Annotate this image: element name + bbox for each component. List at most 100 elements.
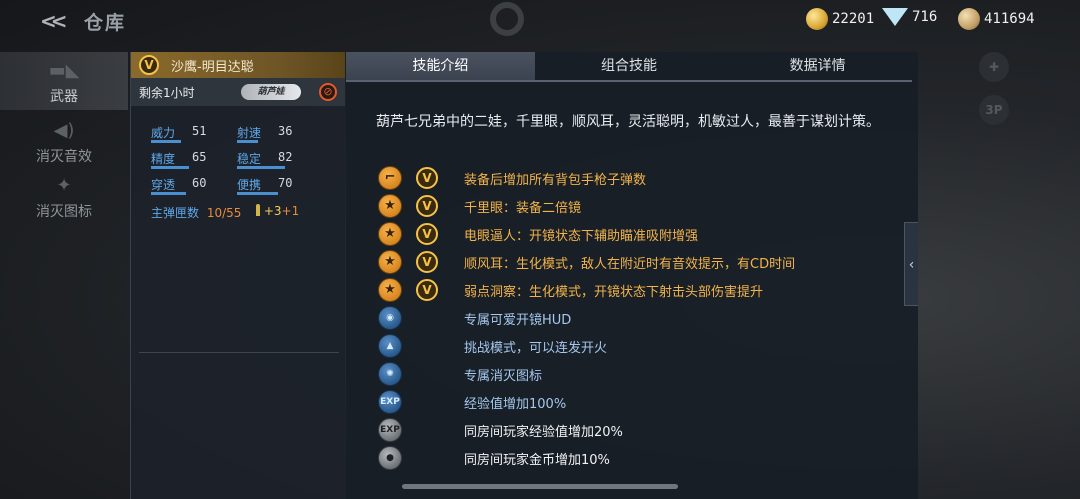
stat-bar bbox=[237, 166, 285, 169]
top-bar: << 仓库 22201 716 411694 bbox=[0, 0, 1080, 42]
gamepad-button[interactable]: ✚ bbox=[979, 52, 1009, 82]
tab-skill-intro[interactable]: 技能介绍 bbox=[346, 52, 535, 80]
skill-text: 同房间玩家经验值增加20% bbox=[464, 425, 623, 440]
skill-row: ▲ 挑战模式，可以连发开火 bbox=[376, 332, 916, 360]
divider bbox=[139, 352, 339, 353]
gold-amount: 22201 bbox=[832, 11, 875, 27]
skill-text: 千里眼：装备二倍镜 bbox=[464, 201, 582, 216]
remaining-time-row: 剩余1小时 葫芦娃 ⊘ bbox=[131, 78, 345, 106]
stat-portability: 便携 70 bbox=[237, 176, 332, 196]
chevron-left-icon: ‹ bbox=[908, 257, 915, 273]
diamond-amount: 716 bbox=[912, 9, 938, 25]
stat-label: 穿透 bbox=[151, 178, 176, 192]
stat-label: 稳定 bbox=[237, 152, 262, 166]
room-exp-icon: EXP bbox=[378, 418, 402, 442]
skill-text: 弱点洞察：生化模式，开镜状态下射击头部伤害提升 bbox=[464, 285, 764, 300]
pistol-icon: ⌐ bbox=[378, 166, 402, 190]
coin-currency: 411694 bbox=[958, 8, 1035, 30]
stat-bar bbox=[151, 166, 189, 169]
skill-text: 挑战模式，可以连发开火 bbox=[464, 341, 608, 356]
third-person-button[interactable]: 3P bbox=[979, 95, 1009, 125]
skill-text: 专属消灭图标 bbox=[464, 369, 543, 384]
skill-row: EXP 同房间玩家经验值增加20% bbox=[376, 416, 916, 444]
gold-currency: 22201 bbox=[806, 8, 874, 30]
skill-row: ★ V 顺风耳：生化模式，敌人在附近时有音效提示，有CD时间 bbox=[376, 248, 916, 276]
diamond-currency: 716 bbox=[882, 8, 937, 26]
page-title: 仓库 bbox=[84, 12, 127, 34]
sidebar-item-label: 武器 bbox=[50, 89, 78, 105]
star-icon: ★ bbox=[378, 222, 402, 246]
tab-bar: 技能介绍 组合技能 数据详情 bbox=[346, 52, 912, 82]
stat-bar bbox=[237, 192, 278, 195]
third-person-icon: 3P bbox=[985, 103, 1003, 117]
gamepad-icon: ✚ bbox=[988, 60, 1000, 74]
skill-text: 电眼逼人：开镜状态下辅助瞄准吸附增强 bbox=[464, 229, 699, 244]
stat-label: 威力 bbox=[151, 126, 176, 140]
stat-value: 51 bbox=[192, 124, 207, 138]
skill-text: 同房间玩家金币增加10% bbox=[464, 453, 610, 468]
weapon-header: V 沙鹰-明目达聪 bbox=[131, 52, 345, 78]
speaker-icon: ◀) bbox=[53, 120, 75, 141]
rifle-icon: ▬◣ bbox=[48, 60, 80, 81]
skill-row: ⌐ V 装备后增加所有背包手枪子弹数 bbox=[376, 164, 916, 192]
vip-badge-icon: V bbox=[416, 167, 438, 189]
stat-label: 精度 bbox=[151, 152, 176, 166]
weapon-name: 沙鹰-明目达聪 bbox=[171, 59, 254, 75]
scope-hud-icon: ◉ bbox=[378, 306, 402, 330]
skill-text: 专属可爱开镜HUD bbox=[464, 313, 572, 328]
ammo-total: 55 bbox=[226, 206, 242, 220]
vip-badge-icon: V bbox=[416, 279, 438, 301]
vip-badge-icon: V bbox=[416, 223, 438, 245]
weapon-description: 葫芦七兄弟中的二娃，千里眼，顺风耳，灵活聪明，机敏过人，最善于谋划计策。 bbox=[376, 114, 880, 130]
stat-value: 65 bbox=[192, 150, 207, 164]
skill-detail-panel: 技能介绍 组合技能 数据详情 葫芦七兄弟中的二娃，千里眼，顺风耳，灵活聪明，机敏… bbox=[346, 52, 918, 499]
star-icon: ★ bbox=[378, 194, 402, 218]
kill-icon: ✺ bbox=[378, 362, 402, 386]
tab-data-details[interactable]: 数据详情 bbox=[723, 52, 912, 80]
diamond-icon bbox=[882, 8, 908, 26]
vip-badge-icon: V bbox=[139, 55, 159, 75]
coin-icon bbox=[958, 8, 980, 30]
stat-stability: 稳定 82 bbox=[237, 150, 332, 170]
star-icon: ★ bbox=[378, 278, 402, 302]
sidebar-item-weapons[interactable]: ▬◣ 武器 bbox=[0, 52, 128, 110]
stat-value: 70 bbox=[278, 176, 293, 190]
stat-penetration: 穿透 60 bbox=[151, 176, 246, 196]
skill-text: 经验值增加100% bbox=[464, 397, 567, 412]
collapse-panel-button[interactable]: ‹ bbox=[904, 222, 918, 306]
stat-label: 便携 bbox=[237, 178, 262, 192]
stat-label: 射速 bbox=[237, 126, 262, 140]
skill-row: ★ V 弱点洞察：生化模式，开镜状态下射击头部伤害提升 bbox=[376, 276, 916, 304]
ammo-current: 10 bbox=[206, 206, 223, 220]
gold-crown-icon bbox=[806, 8, 828, 30]
sidebar-item-label: 消灭音效 bbox=[36, 149, 92, 165]
vip-badge-icon: V bbox=[416, 251, 438, 273]
stat-accuracy: 精度 65 bbox=[151, 150, 246, 170]
ammo-bonus-b: +1 bbox=[281, 204, 300, 218]
stat-bar bbox=[151, 140, 181, 143]
stat-bar bbox=[151, 192, 186, 195]
horizontal-scrollbar[interactable] bbox=[402, 484, 678, 489]
ammo-bonus: +3+1 bbox=[256, 204, 299, 218]
skill-row: ✺ 专属消灭图标 bbox=[376, 360, 916, 388]
room-gold-icon: ● bbox=[378, 446, 402, 470]
skill-text: 顺风耳：生化模式，敌人在附近时有音效提示，有CD时间 bbox=[464, 257, 796, 272]
tab-combo-skills[interactable]: 组合技能 bbox=[535, 52, 724, 80]
vip-badge-icon: V bbox=[416, 195, 438, 217]
skill-row: ★ V 电眼逼人：开镜状态下辅助瞄准吸附增强 bbox=[376, 220, 916, 248]
ammo-label: 主弹匣数 bbox=[151, 206, 200, 220]
skull-emblem-icon: ✦ bbox=[56, 175, 72, 196]
coin-amount: 411694 bbox=[984, 11, 1035, 27]
stat-fire-rate: 射速 36 bbox=[237, 124, 332, 144]
challenge-icon: ▲ bbox=[378, 334, 402, 358]
exp-icon: EXP bbox=[378, 390, 402, 414]
prohibited-icon[interactable]: ⊘ bbox=[319, 83, 337, 101]
sidebar-item-kill-sound[interactable]: ◀) 消灭音效 bbox=[0, 112, 128, 170]
ammo-bonus-a: +3 bbox=[263, 204, 282, 218]
stat-value: 36 bbox=[278, 124, 293, 138]
skill-row: EXP 经验值增加100% bbox=[376, 388, 916, 416]
bullet-icon bbox=[256, 204, 260, 216]
sidebar-item-kill-icon[interactable]: ✦ 消灭图标 bbox=[0, 167, 128, 225]
star-icon: ★ bbox=[378, 250, 402, 274]
double-chevron-left-icon[interactable]: << bbox=[40, 10, 70, 32]
